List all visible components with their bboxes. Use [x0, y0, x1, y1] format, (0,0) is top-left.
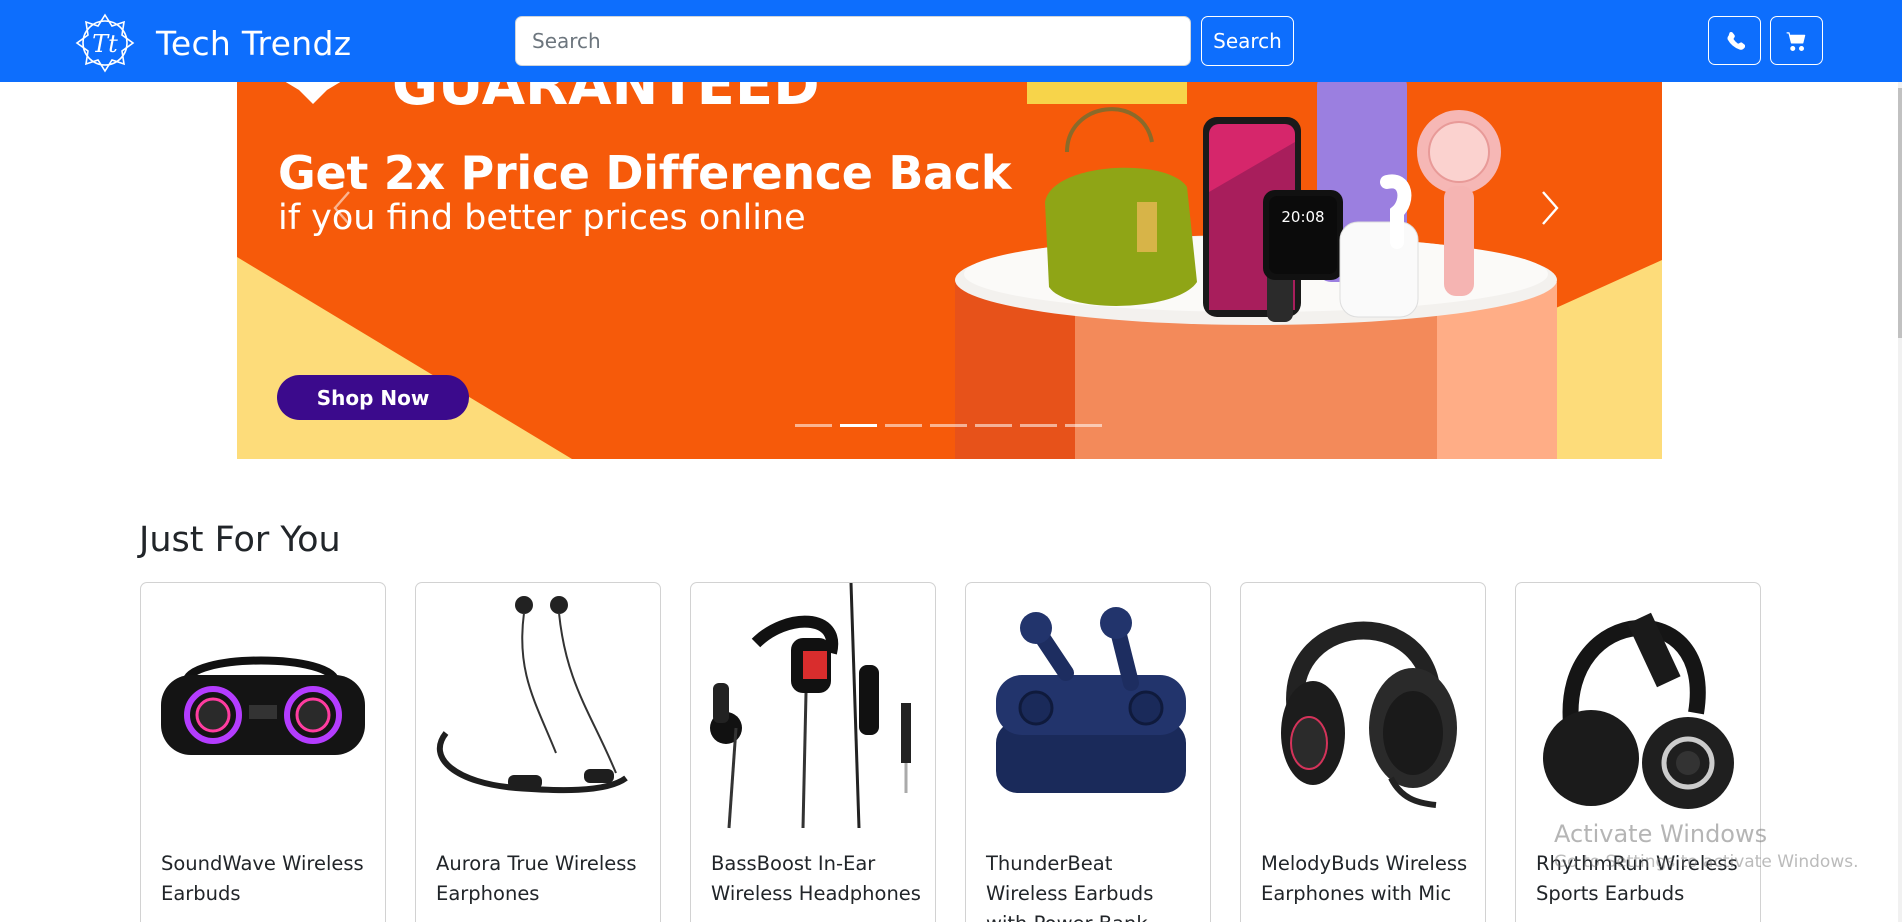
carousel-indicator-6[interactable]	[1020, 424, 1057, 427]
product-card[interactable]: SoundWave Wireless Earbuds	[140, 582, 386, 922]
carousel-next-button[interactable]	[1528, 178, 1572, 238]
product-image-tws-earbuds	[996, 607, 1186, 793]
product-card[interactable]: ThunderBeat Wireless Earbuds with Power …	[965, 582, 1211, 922]
logo-text: Tt	[92, 30, 118, 58]
search-input[interactable]	[515, 16, 1191, 66]
cart-button[interactable]	[1770, 16, 1823, 65]
product-card[interactable]: Aurora True Wireless Earphones	[415, 582, 661, 922]
scrollbar-thumb[interactable]	[1898, 88, 1902, 338]
banner-yellow-shape-left	[237, 257, 572, 459]
carousel-indicator-7[interactable]	[1065, 424, 1102, 427]
hero-carousel: GUARANTEED 20:08 Get 2x Price Difference…	[237, 82, 1662, 459]
product-title[interactable]: Aurora True Wireless Earphones	[436, 849, 646, 909]
handbag-image	[1065, 107, 1154, 153]
cart-icon	[1786, 31, 1806, 51]
product-title[interactable]: BassBoost In-Ear Wireless Headphones	[711, 849, 921, 909]
carousel-indicator-4[interactable]	[930, 424, 967, 427]
watch-time: 20:08	[1281, 208, 1324, 226]
brand-logo-icon: Tt	[75, 13, 135, 73]
carousel-indicators	[795, 424, 1102, 427]
shop-now-button[interactable]: Shop Now	[277, 375, 469, 420]
brand-link[interactable]: Tt Tech Trendz	[72, 10, 351, 76]
phone-button[interactable]	[1708, 16, 1761, 65]
banner-badge-icon	[285, 82, 341, 104]
chevron-right-icon	[1542, 191, 1559, 225]
product-image-speaker	[161, 656, 365, 755]
product-card[interactable]: BassBoost In-Ear Wireless Headphones	[690, 582, 936, 922]
activate-windows-title: Activate Windows	[1554, 820, 1768, 848]
page-scrollbar[interactable]	[1898, 82, 1902, 922]
product-title[interactable]: SoundWave Wireless Earbuds	[161, 849, 371, 909]
product-image-headphones	[1281, 621, 1457, 808]
carousel-indicator-5[interactable]	[975, 424, 1012, 427]
brand-name: Tech Trendz	[156, 23, 352, 63]
carousel-prev-button[interactable]	[320, 178, 364, 238]
section-title: Just For You	[139, 520, 341, 560]
product-title[interactable]: ThunderBeat Wireless Earbuds with Power …	[986, 849, 1196, 922]
product-image-wired-earphones	[710, 583, 911, 829]
activate-windows-subtitle: Go to Settings to activate Windows.	[1554, 852, 1859, 872]
earbuds-case-image	[1339, 221, 1419, 318]
carousel-indicator-1[interactable]	[795, 424, 832, 427]
banner-headline: Get 2x Price Difference Back	[278, 146, 1012, 200]
product-image-sport-headphones	[1543, 612, 1734, 809]
product-title[interactable]: MelodyBuds Wireless Earphones with Mic	[1261, 849, 1471, 909]
carousel-indicator-3[interactable]	[885, 424, 922, 427]
carousel-indicator-2[interactable]	[840, 424, 877, 427]
search-button[interactable]: Search	[1201, 16, 1294, 66]
banner-yellow-shape-right	[1547, 260, 1662, 459]
navbar: Tt Tech Trendz Search	[0, 0, 1902, 82]
banner-headline-partial: GUARANTEED	[392, 82, 820, 118]
product-image-neckband	[437, 596, 628, 794]
phone-icon	[1726, 31, 1745, 50]
product-card[interactable]: MelodyBuds Wireless Earphones with Mic	[1240, 582, 1486, 922]
chevron-left-icon	[333, 191, 350, 225]
